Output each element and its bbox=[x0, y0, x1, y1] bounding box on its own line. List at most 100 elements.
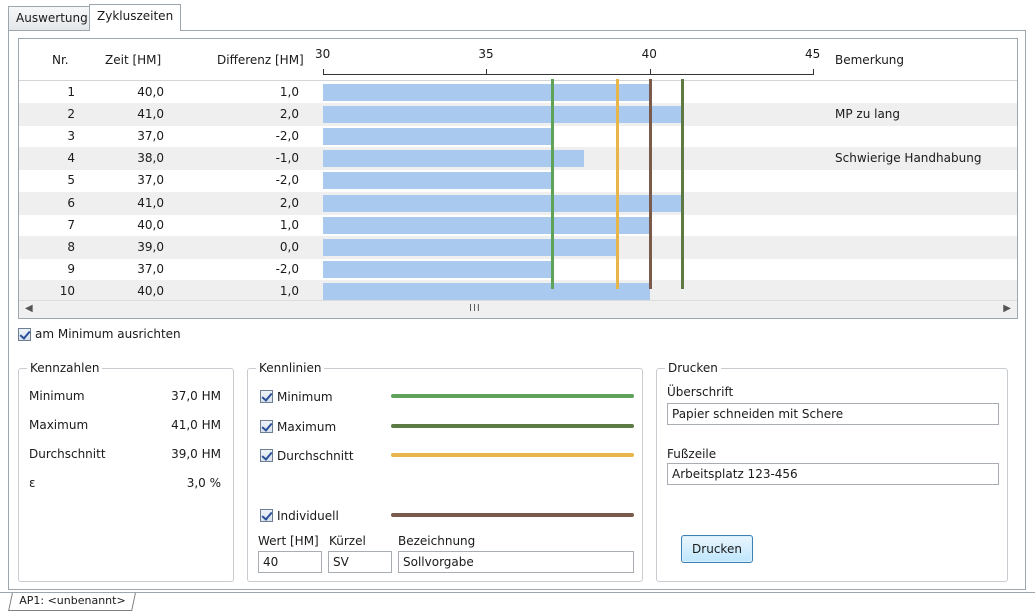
tab-zykluszeiten[interactable]: Zykluszeiten bbox=[89, 4, 182, 31]
kennlinien-group: Kennlinien Minimum Maximum Durchschnitt … bbox=[247, 361, 643, 582]
ueberschrift-input[interactable]: Papier schneiden mit Schere bbox=[667, 403, 999, 425]
cell-differenz: 2,0 bbox=[279, 195, 299, 210]
axis-tick bbox=[323, 69, 324, 75]
scroll-left-arrow-icon[interactable]: ◀ bbox=[25, 303, 33, 314]
cell-nr: 4 bbox=[67, 151, 75, 166]
kuerzel-input[interactable]: SV bbox=[328, 551, 392, 573]
align-minimum-checkbox[interactable] bbox=[18, 328, 31, 341]
header-differenz[interactable]: Differenz [HM] bbox=[217, 53, 304, 67]
cell-differenz: 2,0 bbox=[279, 107, 299, 122]
axis-tick bbox=[486, 69, 488, 75]
kennlinie-maximum-checkbox[interactable] bbox=[260, 420, 273, 433]
header-bemerkung[interactable]: Bemerkung bbox=[835, 53, 904, 67]
ueberschrift-label: Überschrift bbox=[667, 385, 734, 399]
cell-zeit: 40,0 bbox=[137, 85, 164, 99]
table-row[interactable]: 4 38,0 -1,0 Schwierige Handhabung bbox=[19, 147, 1017, 171]
cell-differenz: -2,0 bbox=[275, 173, 299, 188]
table-row[interactable]: 3 37,0 -2,0 bbox=[19, 125, 1017, 148]
cycle-time-bar bbox=[323, 282, 650, 300]
axis-tick-label: 40 bbox=[641, 47, 657, 61]
axis-tick-label: 30 bbox=[315, 47, 331, 61]
table-row[interactable]: 1 40,0 1,0 bbox=[19, 81, 1017, 104]
scroll-right-arrow-icon[interactable]: ▶ bbox=[1003, 303, 1011, 314]
cell-zeit: 39,0 bbox=[137, 239, 164, 254]
fusszeile-input[interactable]: Arbeitsplatz 123-456 bbox=[667, 463, 999, 485]
kennzahl-value: 39,0 HM bbox=[171, 447, 221, 461]
horizontal-scrollbar[interactable]: ◀ III ▶ bbox=[19, 300, 1017, 318]
fusszeile-label: Fußzeile bbox=[667, 447, 717, 461]
table-row[interactable]: 2 41,0 2,0 MP zu lang bbox=[19, 103, 1017, 127]
kennzahl-value: 37,0 HM bbox=[171, 389, 221, 403]
axis-tick bbox=[813, 69, 814, 75]
kennlinie-label: Individuell bbox=[277, 509, 339, 523]
cell-nr: 7 bbox=[67, 217, 75, 232]
minimum-line-swatch bbox=[391, 394, 634, 398]
cell-differenz: 1,0 bbox=[279, 85, 299, 99]
table-row[interactable]: 8 39,0 0,0 bbox=[19, 235, 1017, 259]
cell-nr: 10 bbox=[59, 283, 75, 298]
table-row[interactable]: 7 40,0 1,0 bbox=[19, 214, 1017, 237]
kennlinien-title: Kennlinien bbox=[256, 361, 325, 375]
cell-zeit: 41,0 bbox=[137, 107, 164, 122]
scroll-thumb-grip-icon[interactable]: III bbox=[469, 303, 481, 314]
maximum-line-swatch bbox=[391, 424, 634, 428]
cycle-time-bar bbox=[323, 260, 552, 278]
kennzahl-label: Durchschnitt bbox=[29, 447, 106, 461]
individuell-line-swatch bbox=[391, 513, 634, 517]
durchschnitt-line-swatch bbox=[391, 453, 634, 457]
header-nr[interactable]: Nr. bbox=[52, 53, 69, 67]
header-zeit[interactable]: Zeit [HM] bbox=[105, 53, 161, 67]
cell-zeit: 37,0 bbox=[137, 129, 164, 144]
kennzahl-value: 41,0 HM bbox=[171, 418, 221, 432]
cell-nr: 6 bbox=[67, 195, 75, 210]
kennlinie-minimum-checkbox[interactable] bbox=[260, 390, 273, 403]
cell-zeit: 40,0 bbox=[137, 217, 164, 232]
axis-tick-label: 45 bbox=[805, 47, 821, 61]
sheet-tab-bar bbox=[0, 592, 1035, 593]
cell-nr: 5 bbox=[67, 173, 75, 188]
bezeichnung-input[interactable]: Sollvorgabe bbox=[398, 551, 634, 573]
cell-nr: 9 bbox=[67, 261, 75, 276]
cycle-time-bar bbox=[323, 128, 552, 146]
kennlinie-label: Durchschnitt bbox=[277, 449, 354, 463]
cell-zeit: 37,0 bbox=[137, 173, 164, 188]
align-minimum-label: am Minimum ausrichten bbox=[35, 327, 181, 341]
reference-line-minimum bbox=[550, 79, 554, 289]
kennzahl-label: Minimum bbox=[29, 389, 85, 403]
kennzahlen-group: Kennzahlen Minimum 37,0 HM Maximum 41,0 … bbox=[18, 361, 234, 582]
bezeichnung-label: Bezeichnung bbox=[398, 534, 476, 548]
kennzahl-value: 3,0 % bbox=[186, 476, 221, 490]
drucken-title: Drucken bbox=[665, 361, 721, 375]
kennlinie-durchschnitt-checkbox[interactable] bbox=[260, 449, 273, 462]
sheet-tab-ap1[interactable]: AP1: <unbenannt> bbox=[8, 593, 137, 611]
reference-line-individuell bbox=[648, 79, 652, 289]
cell-nr: 1 bbox=[67, 85, 75, 99]
cell-bemerkung: MP zu lang bbox=[835, 107, 901, 122]
kennlinie-individuell-checkbox[interactable] bbox=[260, 509, 273, 522]
cell-zeit: 38,0 bbox=[137, 151, 164, 166]
wert-input[interactable]: 40 bbox=[258, 551, 322, 573]
cycle-time-bar bbox=[323, 172, 552, 190]
cell-differenz: 1,0 bbox=[279, 217, 299, 232]
cell-differenz: -1,0 bbox=[275, 151, 299, 166]
table-row[interactable]: 5 37,0 -2,0 bbox=[19, 169, 1017, 192]
drucken-button[interactable]: Drucken bbox=[681, 535, 753, 563]
cell-zeit: 37,0 bbox=[137, 261, 164, 276]
table-row[interactable]: 6 41,0 2,0 bbox=[19, 191, 1017, 215]
kennzahl-label: Maximum bbox=[29, 418, 89, 432]
grid-header: Nr. Zeit [HM] Differenz [HM] Bemerkung 3… bbox=[19, 39, 1017, 81]
cell-nr: 3 bbox=[67, 129, 75, 144]
tab-auswertung[interactable]: Auswertung bbox=[8, 6, 96, 30]
table-row[interactable]: 9 37,0 -2,0 bbox=[19, 258, 1017, 281]
cell-bemerkung: Schwierige Handhabung bbox=[835, 151, 982, 166]
kennzahlen-title: Kennzahlen bbox=[27, 361, 103, 375]
cycle-time-bar bbox=[323, 106, 683, 124]
cycle-time-grid[interactable]: Nr. Zeit [HM] Differenz [HM] Bemerkung 3… bbox=[18, 38, 1018, 319]
cell-differenz: 1,0 bbox=[279, 283, 299, 298]
reference-line-durchschnitt bbox=[616, 79, 619, 289]
axis-tick-label: 35 bbox=[478, 47, 494, 61]
kuerzel-label: Kürzel bbox=[329, 534, 366, 548]
cell-differenz: -2,0 bbox=[275, 261, 299, 276]
cycle-time-bar bbox=[323, 84, 650, 101]
cell-zeit: 40,0 bbox=[137, 283, 164, 298]
